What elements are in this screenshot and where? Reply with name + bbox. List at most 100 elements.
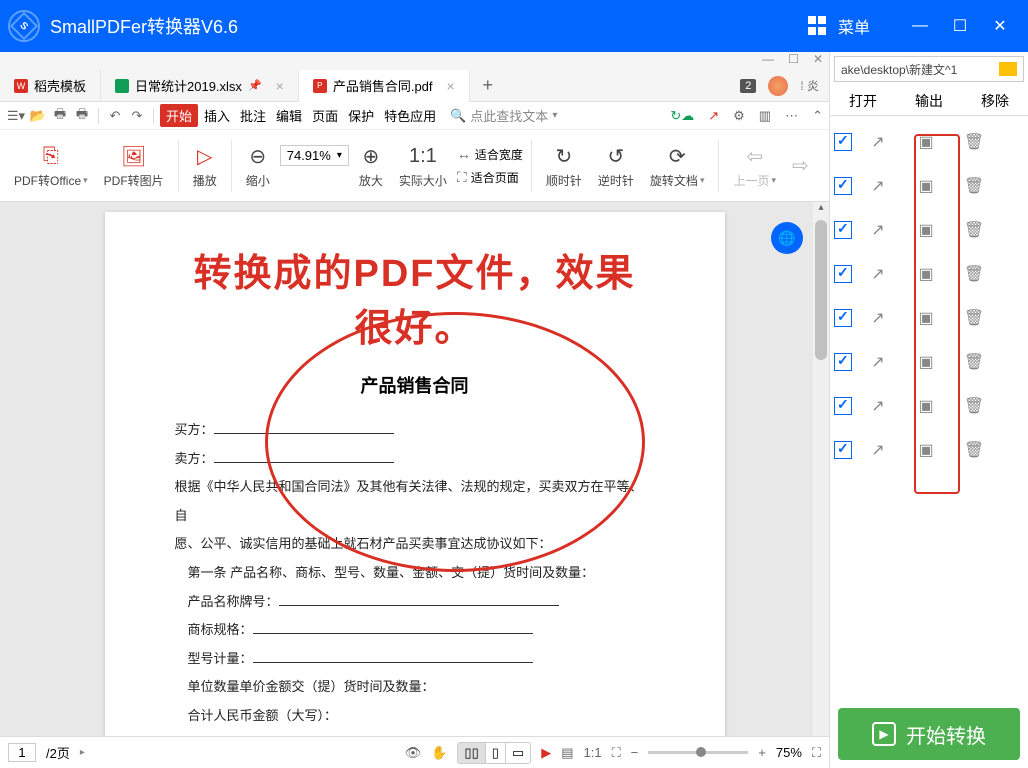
search-box[interactable]: 🔍 点此查找文本 ▾: [450, 106, 557, 125]
collapse-ribbon-icon[interactable]: ⌃: [812, 108, 823, 124]
editor-max-icon[interactable]: ☐: [788, 52, 799, 70]
rotate-doc-button[interactable]: ⟳ 旋转文档▾: [644, 140, 711, 191]
menu-special[interactable]: 特色应用: [380, 104, 440, 127]
cloud-sync-icon[interactable]: ↻☁: [670, 108, 694, 124]
zoom-out-sb-icon[interactable]: −: [631, 745, 639, 760]
output-file-icon[interactable]: ▣: [904, 264, 948, 284]
menu-label[interactable]: 菜单: [838, 14, 870, 38]
folder-icon[interactable]: [999, 62, 1017, 76]
close-icon[interactable]: ×: [447, 78, 455, 94]
output-file-icon[interactable]: ▣: [904, 440, 948, 460]
pdf-to-office-button[interactable]: ⎘ PDF转Office▾: [8, 140, 94, 191]
fit-page-button[interactable]: ⛶适合页面: [457, 169, 523, 186]
editor-close-icon[interactable]: ✕: [813, 52, 823, 70]
view-two-page-icon[interactable]: ▭: [506, 743, 530, 763]
app-menu-icon[interactable]: ☰▾: [6, 108, 26, 124]
eye-icon[interactable]: 👁: [405, 745, 422, 761]
open-file-icon[interactable]: ↗: [856, 176, 900, 196]
remove-file-icon[interactable]: 🗑: [952, 396, 996, 416]
play-slideshow-icon[interactable]: ▶: [541, 745, 551, 761]
output-file-icon[interactable]: ▣: [904, 132, 948, 152]
menu-edit[interactable]: 编辑: [272, 104, 306, 127]
file-checkbox[interactable]: [834, 309, 852, 327]
file-checkbox[interactable]: [834, 221, 852, 239]
actual-size-button[interactable]: 1:1 实际大小: [393, 140, 453, 191]
vertical-scrollbar[interactable]: ▴ ▾: [813, 202, 829, 768]
menu-start[interactable]: 开始: [160, 104, 198, 127]
menu-page[interactable]: 页面: [308, 104, 342, 127]
settings-icon[interactable]: ⚙: [733, 108, 745, 124]
menu-comment[interactable]: 批注: [236, 104, 270, 127]
print-icon[interactable]: 🖶: [50, 105, 70, 127]
open-file-icon[interactable]: ↗: [856, 308, 900, 328]
open-icon[interactable]: 📂: [28, 108, 48, 124]
floating-translate-button[interactable]: 🌐: [771, 222, 803, 254]
open-file-icon[interactable]: ↗: [856, 352, 900, 372]
zoom-in-sb-icon[interactable]: +: [758, 745, 766, 760]
redo-icon[interactable]: ↷: [127, 108, 147, 124]
output-file-icon[interactable]: ▣: [904, 352, 948, 372]
fullscreen-icon[interactable]: ⛶: [812, 745, 821, 761]
tab-xlsx[interactable]: 日常统计2019.xlsx 📌 ×: [101, 70, 299, 102]
zoom-slider[interactable]: [648, 751, 748, 754]
page-number-input[interactable]: [8, 743, 36, 762]
remove-file-icon[interactable]: 🗑: [952, 132, 996, 152]
maximize-button[interactable]: ☐: [940, 11, 980, 41]
minimize-button[interactable]: —: [900, 11, 940, 41]
fit-11-icon[interactable]: 1:1: [583, 745, 601, 760]
open-file-icon[interactable]: ↗: [856, 220, 900, 240]
prev-page-button[interactable]: ⇦ 上一页▾: [727, 140, 782, 191]
remove-file-icon[interactable]: 🗑: [952, 264, 996, 284]
document-viewport[interactable]: 转换成的PDF文件，效果很好。 产品销售合同 买方： 卖方： 根据《中华人民共和…: [0, 202, 829, 768]
menu-insert[interactable]: 插入: [200, 104, 234, 127]
print-preview-icon[interactable]: 🖶: [72, 105, 92, 127]
file-checkbox[interactable]: [834, 265, 852, 283]
open-file-icon[interactable]: ↗: [856, 440, 900, 460]
menu-grid-icon[interactable]: [808, 16, 828, 36]
scroll-thumb[interactable]: [815, 220, 827, 360]
pdf-to-image-button[interactable]: 🖼 PDF转图片: [98, 140, 170, 191]
share-icon[interactable]: ↗: [708, 108, 719, 124]
rotate-cw-button[interactable]: ↻ 顺时针: [540, 140, 588, 191]
output-file-icon[interactable]: ▣: [904, 176, 948, 196]
remove-file-icon[interactable]: 🗑: [952, 308, 996, 328]
remove-file-icon[interactable]: 🗑: [952, 220, 996, 240]
scroll-up-icon[interactable]: ▴: [813, 202, 829, 218]
open-file-icon[interactable]: ↗: [856, 264, 900, 284]
pin-icon[interactable]: 📌: [248, 79, 262, 92]
tools-icon[interactable]: ▥: [759, 108, 771, 124]
zoom-value-input[interactable]: 74.91%▾: [280, 145, 349, 166]
bookmark-pane-icon[interactable]: ▤: [561, 745, 573, 761]
hand-icon[interactable]: ✋: [431, 745, 447, 761]
path-bar[interactable]: ake\desktop\新建文^1: [834, 56, 1024, 82]
zoom-out-button[interactable]: ⊖ 缩小: [240, 140, 276, 191]
tab-pdf[interactable]: P 产品销售合同.pdf ×: [299, 70, 470, 102]
editor-min-icon[interactable]: —: [762, 52, 774, 70]
output-file-icon[interactable]: ▣: [904, 396, 948, 416]
next-tool-button[interactable]: ⇨: [786, 150, 815, 182]
output-file-icon[interactable]: ▣: [904, 220, 948, 240]
play-button[interactable]: ▷ 播放: [187, 140, 223, 191]
file-checkbox[interactable]: [834, 177, 852, 195]
zoom-in-button[interactable]: ⊕ 放大: [353, 140, 389, 191]
fit-screen-icon[interactable]: ⛶: [612, 745, 621, 761]
add-tab-button[interactable]: +: [470, 75, 506, 96]
fit-width-button[interactable]: ↔适合宽度: [457, 146, 523, 163]
remove-file-icon[interactable]: 🗑: [952, 440, 996, 460]
remove-file-icon[interactable]: 🗑: [952, 352, 996, 372]
file-checkbox[interactable]: [834, 441, 852, 459]
close-icon[interactable]: ×: [276, 78, 284, 94]
output-file-icon[interactable]: ▣: [904, 308, 948, 328]
notification-badge[interactable]: 2: [740, 79, 756, 93]
menu-protect[interactable]: 保护: [344, 104, 378, 127]
user-avatar[interactable]: [768, 76, 788, 96]
remove-file-icon[interactable]: 🗑: [952, 176, 996, 196]
file-checkbox[interactable]: [834, 397, 852, 415]
open-file-icon[interactable]: ↗: [856, 132, 900, 152]
open-file-icon[interactable]: ↗: [856, 396, 900, 416]
file-checkbox[interactable]: [834, 353, 852, 371]
close-button[interactable]: ✕: [980, 11, 1020, 41]
rotate-ccw-button[interactable]: ↺ 逆时针: [592, 140, 640, 191]
undo-icon[interactable]: ↶: [105, 108, 125, 124]
start-convert-button[interactable]: ▶ 开始转换: [838, 708, 1020, 760]
